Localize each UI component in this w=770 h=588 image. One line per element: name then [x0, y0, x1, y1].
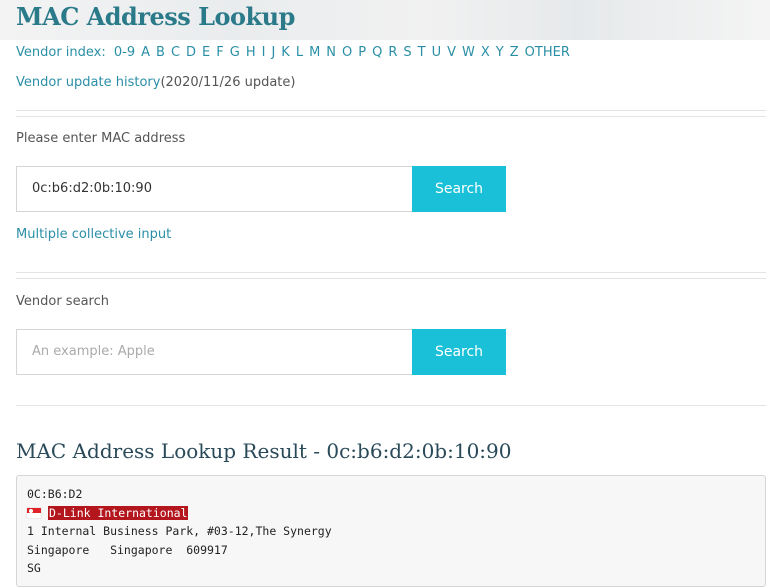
vendor-index-link-n[interactable]: N: [326, 45, 336, 60]
divider: [16, 110, 766, 111]
vendor-index-label: Vendor index:: [16, 45, 106, 60]
vendor-index-link-t[interactable]: T: [418, 45, 426, 60]
singapore-flag-icon: [27, 507, 41, 518]
vendor-index-link-w[interactable]: W: [462, 45, 475, 60]
vendor-update-history-link[interactable]: Vendor update history: [16, 75, 160, 90]
result-oui: 0C:B6:D2: [27, 487, 83, 501]
vendor-index-link-v[interactable]: V: [447, 45, 456, 60]
vendor-index-link-h[interactable]: H: [246, 45, 256, 60]
vendor-index-link-k[interactable]: K: [281, 45, 290, 60]
page-title: MAC Address Lookup: [16, 2, 295, 31]
result-address-line-2: Singapore Singapore 609917: [27, 542, 228, 557]
vendor-search-label: Vendor search: [16, 294, 109, 309]
vendor-index: Vendor index: 0-9 A B C D E F G H I J K L M N O P Q R S T U V W…: [16, 44, 576, 62]
vendor-index-link-r[interactable]: R: [388, 45, 397, 60]
divider: [16, 272, 766, 273]
vendor-index-link-z[interactable]: Z: [510, 45, 519, 60]
vendor-index-letters: 0-9 A B C D E F G H I J K L M N O P Q R S T U V W X Y Z OTHER: [110, 45, 576, 60]
vendor-index-link-p[interactable]: P: [358, 45, 366, 60]
vendor-index-link-0-9[interactable]: 0-9: [114, 45, 135, 60]
vendor-index-link-g[interactable]: G: [230, 45, 240, 60]
result-vendor-name: D-Link International: [48, 505, 189, 520]
mac-address-input[interactable]: [16, 166, 412, 212]
vendor-index-link-j[interactable]: J: [271, 45, 275, 60]
vendor-index-link-m[interactable]: M: [309, 45, 320, 60]
vendor-index-link-d[interactable]: D: [186, 45, 196, 60]
vendor-index-link-o[interactable]: O: [342, 45, 352, 60]
result-vendor-line: D-Link International: [27, 504, 755, 523]
result-country-code: SG: [27, 561, 41, 575]
result-title: MAC Address Lookup Result - 0c:b6:d2:0b:…: [16, 439, 512, 463]
mac-input-label: Please enter MAC address: [16, 131, 186, 146]
vendor-index-link-c[interactable]: C: [171, 45, 180, 60]
vendor-index-link-s[interactable]: S: [403, 45, 411, 60]
vendor-index-link-u[interactable]: U: [432, 45, 442, 60]
vendor-index-link-q[interactable]: Q: [372, 45, 382, 60]
vendor-index-link-x[interactable]: X: [481, 45, 490, 60]
vendor-index-link-f[interactable]: F: [216, 45, 223, 60]
multiple-collective-input-link[interactable]: Multiple collective input: [16, 226, 171, 244]
result-address-line-1: 1 Internal Business Park, #03-12,The Syn…: [27, 524, 332, 538]
vendor-index-link-e[interactable]: E: [202, 45, 210, 60]
mac-search-button[interactable]: Search: [412, 166, 506, 212]
vendor-search-button[interactable]: Search: [412, 329, 506, 375]
vendor-index-link-y[interactable]: Y: [496, 45, 504, 60]
vendor-index-link-a[interactable]: A: [141, 45, 150, 60]
vendor-index-link-other[interactable]: OTHER: [525, 45, 570, 60]
update-line: Vendor update history(2020/11/26 update): [16, 74, 295, 92]
divider: [16, 405, 766, 406]
vendor-search-input[interactable]: [16, 329, 412, 375]
divider: [16, 278, 766, 279]
vendor-index-link-i[interactable]: I: [262, 45, 266, 60]
vendor-index-link-l[interactable]: L: [296, 45, 303, 60]
divider: [16, 116, 766, 117]
result-box: 0C:B6:D2 D-Link International 1 Internal…: [16, 475, 766, 587]
update-date: (2020/11/26 update): [160, 75, 296, 90]
vendor-index-link-b[interactable]: B: [156, 45, 165, 60]
